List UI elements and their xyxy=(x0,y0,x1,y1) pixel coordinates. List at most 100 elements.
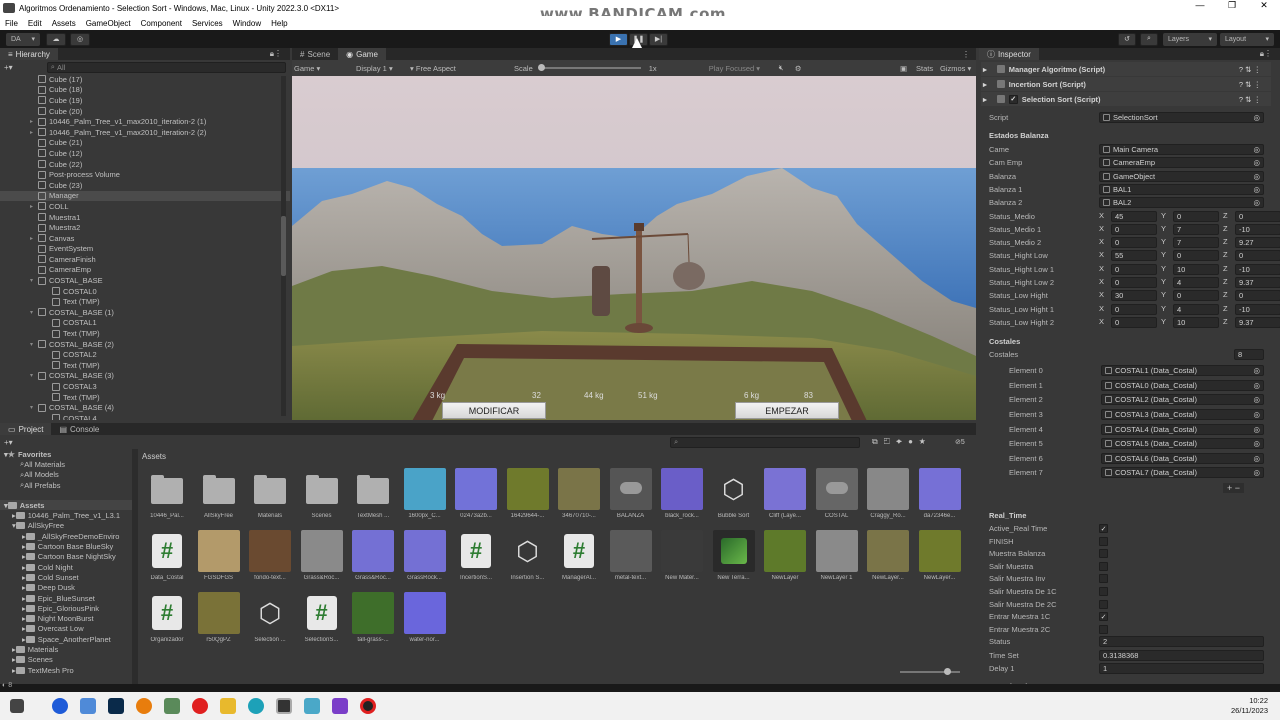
game-mode-dropdown[interactable]: Game ▾ xyxy=(292,64,350,73)
asset-item[interactable]: Materials xyxy=(245,468,295,526)
asset-item[interactable]: ⬡ Insertion S... xyxy=(503,530,553,588)
expand-arrow-icon[interactable]: ▾ xyxy=(30,341,38,348)
tree-folder-item[interactable]: ▸ Epic_GloriousPink xyxy=(0,603,132,613)
tree-folder-item[interactable]: ▸ Cold Sunset xyxy=(0,572,132,582)
time-set-field-input[interactable]: 0.3138368 xyxy=(1099,649,1264,661)
tree-folder-item[interactable]: ▸ Overcast Low xyxy=(0,624,132,634)
tab-scene[interactable]: # Scene xyxy=(292,48,338,60)
selection-sort-component[interactable]: ▸ ✓ Selection Sort (Script) ? ⇅ ⋮ xyxy=(981,92,1271,106)
target-icon[interactable]: ◎ xyxy=(1253,395,1260,404)
asset-item[interactable]: ⬡ Selection ... xyxy=(245,592,295,650)
asset-item[interactable]: New Terra... xyxy=(709,530,759,588)
asset-item[interactable]: COSTAL xyxy=(812,468,862,526)
element-object-field[interactable]: COSTAL3 (Data_Costal) ◎ xyxy=(1101,409,1264,420)
asset-item[interactable]: # ManagerAl... xyxy=(554,530,604,588)
delay-field-input[interactable]: 1 xyxy=(1099,663,1264,674)
menu-edit[interactable]: Edit xyxy=(23,19,47,28)
hierarchy-item[interactable]: CameraEmp xyxy=(0,265,290,276)
add-icon[interactable]: +▾ xyxy=(4,438,13,447)
notes-icon[interactable] xyxy=(304,698,320,714)
project-search-input[interactable]: ⌕ xyxy=(670,436,860,448)
menu-help[interactable]: Help xyxy=(266,19,292,28)
vector-x-input[interactable]: 0 xyxy=(1111,237,1157,249)
tree-folder-item[interactable]: ▸ Materials xyxy=(0,644,132,654)
expand-arrow-icon[interactable]: ▸ xyxy=(30,118,38,125)
collab-icon[interactable]: ◎ xyxy=(70,32,90,46)
target-icon[interactable]: ◎ xyxy=(1253,198,1260,207)
asset-item[interactable]: 34670710-... xyxy=(554,468,604,526)
asset-item[interactable]: metal-text... xyxy=(606,530,656,588)
costales-array-header[interactable]: Costales 8 xyxy=(989,348,1264,361)
play-button[interactable]: ▶ xyxy=(609,32,628,46)
hierarchy-item[interactable]: COSTAL3 xyxy=(0,381,290,392)
checkbox-unchecked[interactable] xyxy=(1099,574,1108,584)
tree-folder-item[interactable]: ▸ Space_AnotherPlanet xyxy=(0,634,132,644)
vector-y-input[interactable]: 7 xyxy=(1173,237,1219,249)
expand-arrow-icon[interactable]: ▸ xyxy=(30,235,38,242)
checkbox-unchecked[interactable] xyxy=(1099,599,1108,609)
scale-slider[interactable] xyxy=(537,64,641,71)
settings-icon[interactable]: ⚙︎ xyxy=(795,64,811,73)
asset-item[interactable]: GrassRock... xyxy=(400,530,450,588)
account-dropdown[interactable]: DA ▾ xyxy=(6,32,40,46)
object-field[interactable]: CameraEmp ◎ xyxy=(1099,157,1264,169)
object-field[interactable]: GameObject ◎ xyxy=(1099,170,1264,182)
checkbox-unchecked[interactable] xyxy=(1099,587,1108,596)
asset-item[interactable]: water-nor... xyxy=(400,592,450,650)
vector-z-input[interactable]: 0 xyxy=(1235,250,1280,262)
close-button[interactable]: ✕ xyxy=(1248,0,1280,11)
element-object-field[interactable]: COSTAL2 (Data_Costal) ◎ xyxy=(1101,394,1264,406)
favorite-item[interactable]: ⌕ All Materials xyxy=(0,459,132,469)
asset-item[interactable]: FGSDFGS xyxy=(194,530,244,588)
hierarchy-search-input[interactable]: ⌕ All xyxy=(46,61,286,73)
hierarchy-item[interactable]: ▾ COSTAL_BASE (2) xyxy=(0,339,290,350)
tree-folder-item[interactable]: ▸ Cold Night xyxy=(0,562,132,572)
scrollbar-thumb[interactable] xyxy=(281,216,286,276)
windows-start-icon[interactable] xyxy=(10,699,24,713)
tree-folder-item[interactable]: ▸ Deep Dusk xyxy=(0,583,132,593)
vector-x-input[interactable]: 0 xyxy=(1111,316,1157,328)
vector-y-input[interactable]: 10 xyxy=(1173,263,1219,275)
hierarchy-item[interactable]: Text (TMP) xyxy=(0,392,290,403)
vector-x-input[interactable]: 45 xyxy=(1111,210,1157,222)
3d-viewer-icon[interactable] xyxy=(80,698,96,714)
component-menu-icon[interactable]: ? ⇅ ⋮ xyxy=(1239,95,1261,104)
asset-item[interactable]: TextMesh ... xyxy=(348,468,398,526)
hierarchy-item[interactable]: ▸ 10446_Palm_Tree_v1_max2010_iteration-2 … xyxy=(0,127,290,138)
vector-z-input[interactable]: -10 xyxy=(1235,263,1280,275)
enabled-checkbox[interactable]: ✓ xyxy=(1008,94,1018,104)
checkbox-checked[interactable]: ✓ xyxy=(1099,524,1108,533)
element-object-field[interactable]: COSTAL1 (Data_Costal) ◎ xyxy=(1101,365,1264,377)
cloud-icon[interactable]: ☁ xyxy=(46,32,66,46)
tab-console[interactable]: ▤ Console xyxy=(51,423,107,435)
slider-thumb[interactable] xyxy=(944,668,951,675)
game-viewport[interactable]: 3 kg 32 44 kg 51 kg 6 kg 83 MODIFICAR EM… xyxy=(292,76,976,420)
bandicam-icon[interactable] xyxy=(360,698,376,714)
favorite-item[interactable]: ⌕ All Prefabs xyxy=(0,480,132,490)
vector-y-input[interactable]: 0 xyxy=(1173,210,1219,222)
expand-arrow-icon[interactable]: ▸ xyxy=(30,129,38,136)
vector-y-input[interactable]: 0 xyxy=(1173,250,1219,262)
hierarchy-item[interactable]: Text (TMP) xyxy=(0,328,290,339)
play-focused-dropdown[interactable]: Play Focused ▾ xyxy=(709,64,779,73)
vector-z-input[interactable]: 0 xyxy=(1235,210,1280,222)
asset-item[interactable]: fondo-text... xyxy=(245,530,295,588)
vector-x-input[interactable]: 0 xyxy=(1111,223,1157,235)
asset-item[interactable]: AllSkyFree xyxy=(194,468,244,526)
unity-taskbar-icon[interactable] xyxy=(276,698,292,714)
hierarchy-scrollbar[interactable] xyxy=(281,76,286,416)
target-icon[interactable]: ◎ xyxy=(1253,410,1260,419)
vector-x-input[interactable]: 55 xyxy=(1111,250,1157,262)
hierarchy-item[interactable]: Muestra2 xyxy=(0,222,290,233)
hierarchy-item[interactable]: ▾ COSTAL_BASE (3) xyxy=(0,371,290,382)
layout-dropdown[interactable]: Layout ▾ xyxy=(1220,32,1274,46)
checkbox-unchecked[interactable] xyxy=(1099,549,1108,559)
component-menu-icon[interactable]: ? ⇅ ⋮ xyxy=(1239,65,1261,74)
tab-inspector[interactable]: ⓘ Inspector xyxy=(979,48,1039,60)
target-icon[interactable]: ◎ xyxy=(1253,425,1260,434)
vector-z-input[interactable]: -10 xyxy=(1235,223,1280,235)
array-add-remove[interactable]: + − xyxy=(1223,483,1245,493)
modify-button[interactable]: MODIFICAR xyxy=(442,402,546,419)
checkbox-unchecked[interactable] xyxy=(1099,624,1108,634)
menu-file[interactable]: File xyxy=(0,19,23,28)
